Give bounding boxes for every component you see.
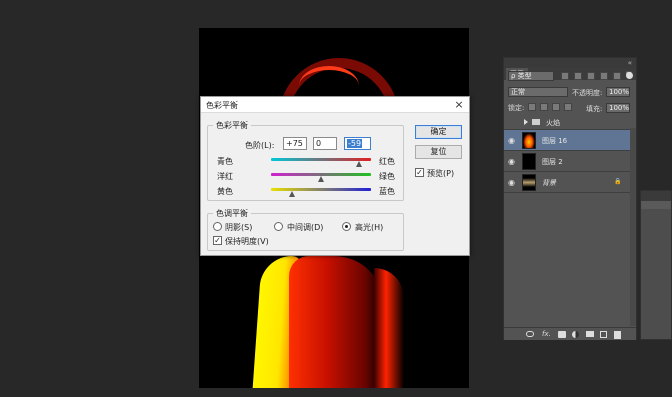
filter-smart-object-icon[interactable] (613, 72, 621, 80)
layer-name[interactable]: 背景 (542, 178, 556, 188)
blend-mode-dropdown[interactable]: 正常 (508, 87, 568, 97)
highlights-radio-label[interactable]: 高光(H) (355, 222, 383, 233)
filter-adjustment-icon[interactable] (574, 72, 582, 80)
folder-icon (532, 119, 540, 125)
layer-group-row[interactable]: 火焰 (504, 116, 630, 130)
fill-label: 填充: (586, 105, 603, 113)
level-cyan-red-input[interactable]: +75 (283, 137, 307, 150)
preview-label[interactable]: 预览(P) (427, 168, 454, 179)
level-yellow-blue-input[interactable]: -59 (344, 137, 371, 150)
layers-bottom-toolbar: fx. (504, 327, 636, 340)
slider-blue-label: 蓝色 (379, 187, 395, 196)
group-expand-icon[interactable] (524, 119, 528, 125)
photoshop-workspace: 色彩平衡 × 色彩平衡 色阶(L): +75 0 -59 青色 红色 洋红 绿色… (0, 0, 672, 397)
secondary-panel-header[interactable] (641, 191, 671, 201)
flame-edge-red (374, 268, 404, 388)
yellow-blue-slider-track[interactable] (271, 188, 371, 191)
folder-icon[interactable] (586, 331, 594, 337)
close-icon[interactable]: × (453, 98, 465, 111)
visibility-eye-icon[interactable]: ◉ (508, 136, 515, 145)
layer-thumbnail (522, 153, 536, 170)
collapse-icon[interactable]: « (628, 58, 632, 68)
lock-all-icon[interactable] (564, 103, 572, 111)
level-yellow-blue-value: -59 (347, 139, 363, 148)
filter-kind-dropdown[interactable]: ρ 类型 (508, 71, 554, 81)
secondary-panel-edge (640, 190, 672, 340)
layer-name[interactable]: 图层 16 (542, 136, 567, 146)
level-magenta-green-input[interactable]: 0 (313, 137, 337, 150)
secondary-panel-tab[interactable] (641, 201, 671, 209)
layer-name[interactable]: 图层 2 (542, 157, 563, 167)
new-layer-icon[interactable] (600, 331, 607, 338)
trash-icon[interactable] (614, 331, 621, 339)
flame-body-red (289, 256, 384, 388)
visibility-eye-icon[interactable]: ◉ (508, 178, 515, 187)
preserve-luminosity-label[interactable]: 保持明度(V) (225, 236, 269, 247)
layer-row[interactable]: ◉ 背景 🔒 (504, 172, 630, 193)
cyan-red-slider-thumb[interactable] (355, 161, 362, 167)
filter-pixel-icon[interactable] (561, 72, 569, 80)
filter-shape-icon[interactable] (600, 72, 608, 80)
adjustment-icon[interactable] (572, 331, 579, 338)
filter-toggle-icon[interactable] (626, 72, 633, 79)
color-balance-dialog: 色彩平衡 × 色彩平衡 色阶(L): +75 0 -59 青色 红色 洋红 绿色… (200, 96, 470, 256)
layer-row[interactable]: ◉ 图层 2 (504, 151, 630, 172)
tone-balance-group-label: 色调平衡 (213, 208, 251, 219)
link-icon[interactable] (526, 331, 534, 337)
shadows-radio[interactable] (213, 222, 222, 231)
lock-image-icon[interactable] (540, 103, 548, 111)
fill-input[interactable]: 100% (606, 103, 630, 113)
opacity-label: 不透明度: (572, 89, 603, 97)
shadows-radio-label[interactable]: 阴影(S) (225, 222, 252, 233)
dialog-titlebar[interactable]: 色彩平衡 × (201, 97, 469, 113)
slider-cyan-label: 青色 (217, 157, 233, 166)
slider-yellow-label: 黄色 (217, 187, 233, 196)
layer-row[interactable]: ◉ 图层 16 (504, 130, 630, 151)
group-name: 火焰 (546, 119, 560, 127)
layer-lock-icon: 🔒 (614, 178, 622, 185)
preview-checkbox[interactable]: ✓ (415, 168, 424, 177)
layers-scrollbar[interactable] (630, 128, 636, 326)
lock-transparent-icon[interactable] (528, 103, 536, 111)
dialog-title: 色彩平衡 (206, 101, 238, 110)
opacity-input[interactable]: 100% (606, 87, 630, 97)
slider-magenta-label: 洋红 (217, 172, 233, 181)
color-balance-group-label: 色彩平衡 (213, 120, 251, 131)
filter-type-icon[interactable] (587, 72, 595, 80)
preserve-luminosity-checkbox[interactable]: ✓ (213, 236, 222, 245)
lock-position-icon[interactable] (552, 103, 560, 111)
slider-green-label: 绿色 (379, 172, 395, 181)
ok-button[interactable]: 确定 (415, 125, 462, 139)
reset-button[interactable]: 复位 (415, 145, 462, 159)
layer-thumbnail (522, 132, 536, 149)
layers-panel: « 图层 ≡ ρ 类型 正常 不透明度: 100% 锁定: 填充: 100% 火… (503, 57, 637, 340)
slider-red-label: 红色 (379, 157, 395, 166)
magenta-green-slider-thumb[interactable] (318, 176, 324, 182)
visibility-eye-icon[interactable]: ◉ (508, 157, 515, 166)
yellow-blue-slider-thumb[interactable] (288, 191, 295, 197)
fx-icon[interactable]: fx. (542, 330, 551, 338)
lock-label: 锁定: (508, 104, 525, 112)
mask-icon[interactable] (558, 331, 566, 338)
layer-thumbnail (522, 174, 536, 191)
midtones-radio[interactable] (274, 222, 283, 231)
panel-header-bar[interactable]: « (504, 58, 636, 68)
midtones-radio-label[interactable]: 中间调(D) (287, 222, 323, 233)
levels-label: 色阶(L): (245, 141, 275, 150)
highlights-radio[interactable] (342, 222, 351, 231)
